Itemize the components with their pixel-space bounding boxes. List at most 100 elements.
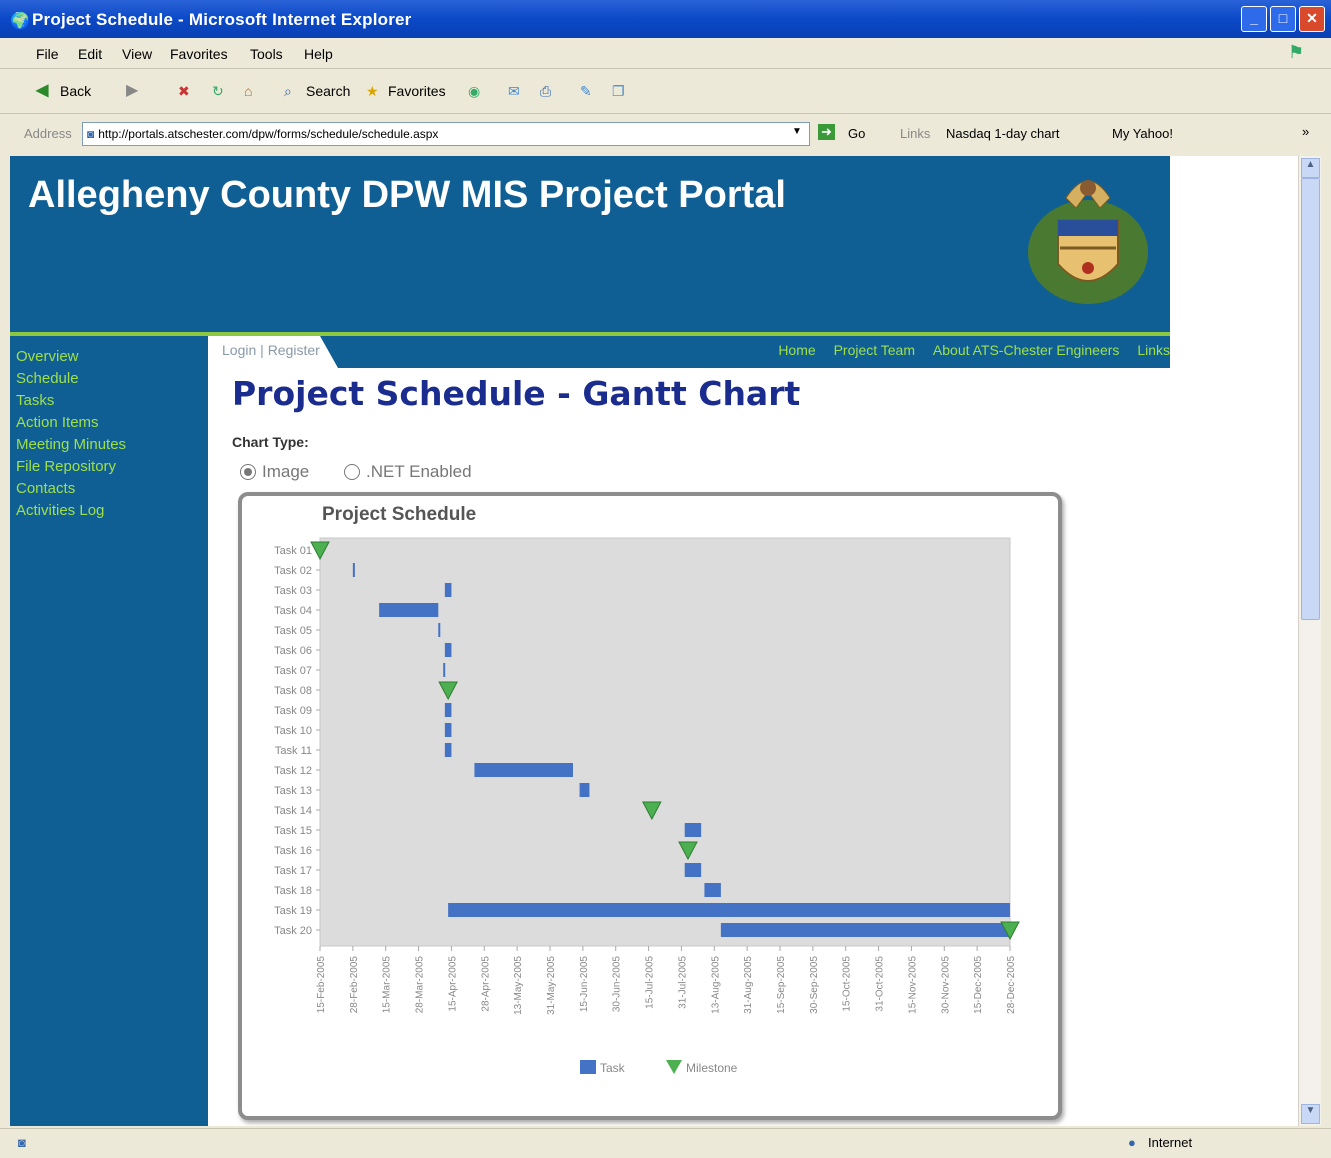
radio-image-dot[interactable]	[240, 464, 256, 480]
menu-favorites[interactable]: Favorites	[170, 46, 228, 62]
vertical-scrollbar[interactable]: ▲ ▼	[1298, 156, 1321, 1126]
y-tick-label: Task 13	[274, 785, 312, 797]
x-tick-label: 28-Dec-2005	[1006, 956, 1017, 1014]
home-icon[interactable]: ⌂	[244, 83, 252, 99]
x-tick-label: 28-Mar-2005	[415, 956, 426, 1014]
sidebar-item-overview[interactable]: Overview	[10, 346, 208, 368]
radio-net-dot[interactable]	[344, 464, 360, 480]
x-tick-label: 13-May-2005	[513, 956, 524, 1015]
chevron-right-icon[interactable]: »	[1302, 124, 1309, 139]
search-icon[interactable]: ⌕	[284, 83, 292, 100]
sidebar-item-meeting-minutes[interactable]: Meeting Minutes	[10, 434, 208, 456]
nav-about[interactable]: About ATS-Chester Engineers	[933, 342, 1120, 358]
sidebar-item-file-repository[interactable]: File Repository	[10, 456, 208, 478]
discuss-icon[interactable]: ❐	[612, 83, 625, 100]
address-bar: Address ◙ http://portals.atschester.com/d…	[0, 114, 1331, 154]
nav-project-team[interactable]: Project Team	[834, 342, 915, 358]
task-bar	[444, 643, 452, 657]
nav-home[interactable]: Home	[778, 342, 815, 358]
favorites-button[interactable]: Favorites	[388, 83, 446, 99]
favorites-star-icon[interactable]: ★	[366, 83, 379, 100]
address-dropdown-icon[interactable]: ▼	[792, 126, 802, 137]
scroll-up-icon[interactable]: ▲	[1301, 158, 1320, 178]
maximize-button[interactable]: □	[1270, 6, 1296, 32]
y-tick-label: Task 11	[275, 745, 312, 757]
x-tick-label: 15-Mar-2005	[382, 956, 393, 1014]
sidebar-item-action-items[interactable]: Action Items	[10, 412, 208, 434]
forward-arrow-icon[interactable]: ▶	[126, 80, 138, 100]
menu-view[interactable]: View	[122, 46, 152, 62]
zone-label: Internet	[1148, 1135, 1193, 1150]
x-tick-label: 15-Jul-2005	[645, 956, 656, 1009]
y-tick-label: Task 16	[274, 845, 312, 857]
minimize-button[interactable]: _	[1241, 6, 1267, 32]
portal-header: Allegheny County DPW MIS Project Portal	[10, 156, 1170, 332]
nav-links[interactable]: Links	[1137, 342, 1170, 358]
go-button[interactable]: Go	[848, 126, 865, 141]
task-bar	[684, 823, 702, 837]
media-icon[interactable]: ◉	[468, 83, 480, 100]
y-tick-label: Task 03	[274, 585, 312, 597]
globe-icon: ●	[1128, 1135, 1136, 1150]
radio-image-label: Image	[262, 462, 310, 481]
sidebar-item-schedule[interactable]: Schedule	[10, 368, 208, 390]
login-link[interactable]: Login	[222, 342, 256, 358]
x-tick-label: 31-Jul-2005	[677, 956, 688, 1009]
search-button[interactable]: Search	[306, 83, 350, 99]
address-input[interactable]: ◙ http://portals.atschester.com/dpw/forms…	[82, 122, 810, 146]
x-tick-label: 13-Aug-2005	[710, 956, 721, 1014]
legend-task-label: Task	[600, 1061, 626, 1075]
radio-image[interactable]: Image	[240, 462, 309, 482]
close-button[interactable]: ✕	[1299, 6, 1325, 32]
y-tick-label: Task 05	[274, 625, 312, 637]
x-tick-label: 31-May-2005	[546, 956, 557, 1015]
register-link[interactable]: Register	[268, 342, 320, 358]
refresh-icon[interactable]: ↻	[212, 83, 224, 100]
x-tick-label: 15-Sep-2005	[776, 956, 787, 1014]
sidebar-item-activities-log[interactable]: Activities Log	[10, 500, 208, 522]
menu-help[interactable]: Help	[304, 46, 333, 62]
link-nasdaq[interactable]: Nasdaq 1-day chart	[946, 126, 1059, 141]
scroll-thumb[interactable]	[1301, 178, 1320, 620]
top-nav: Home Project Team About ATS-Chester Engi…	[764, 342, 1170, 358]
auth-links: Login | Register	[222, 342, 320, 358]
radio-net-enabled[interactable]: .NET Enabled	[344, 462, 472, 482]
page-icon: ◙	[87, 127, 95, 141]
x-tick-label: 30-Sep-2005	[809, 956, 820, 1014]
x-tick-label: 15-Jun-2005	[579, 956, 590, 1013]
stop-icon[interactable]: ✖	[178, 83, 190, 100]
window-title: Project Schedule - Microsoft Internet Ex…	[32, 10, 412, 29]
sidebar: Overview Schedule Tasks Action Items Mee…	[10, 336, 208, 1126]
sidebar-item-contacts[interactable]: Contacts	[10, 478, 208, 500]
legend-task-swatch	[580, 1060, 596, 1074]
y-tick-label: Task 02	[274, 565, 312, 577]
menu-edit[interactable]: Edit	[78, 46, 102, 62]
back-button[interactable]: Back	[60, 83, 91, 99]
y-tick-label: Task 08	[274, 685, 312, 697]
go-arrow-icon[interactable]: ➜	[818, 124, 835, 140]
task-bar	[352, 563, 355, 577]
print-icon[interactable]: ⎙	[540, 83, 551, 100]
y-tick-label: Task 15	[274, 825, 312, 837]
menu-file[interactable]: File	[36, 46, 59, 62]
task-bar	[444, 583, 452, 597]
scroll-down-icon[interactable]: ▼	[1301, 1104, 1320, 1124]
x-tick-label: 15-Nov-2005	[907, 956, 918, 1014]
task-bar	[720, 923, 1010, 937]
title-bar[interactable]: 🌍 Project Schedule - Microsoft Internet …	[0, 0, 1331, 38]
mail-icon[interactable]: ✉	[508, 83, 520, 100]
menu-tools[interactable]: Tools	[250, 46, 283, 62]
menu-bar: File Edit View Favorites Tools Help ⚑	[0, 38, 1331, 69]
x-tick-label: 31-Aug-2005	[743, 956, 754, 1014]
status-bar: ◙ ● Internet	[0, 1128, 1331, 1158]
windows-flag-icon: ⚑	[1288, 42, 1305, 62]
link-my-yahoo[interactable]: My Yahoo!	[1112, 126, 1173, 141]
back-arrow-icon[interactable]: ◀	[36, 80, 48, 100]
plot-area	[319, 537, 1011, 947]
county-seal-icon	[1028, 180, 1148, 304]
sidebar-item-tasks[interactable]: Tasks	[10, 390, 208, 412]
edit-icon[interactable]: ✎	[580, 83, 592, 100]
page-status-icon: ◙	[18, 1135, 26, 1150]
task-bar	[448, 903, 1011, 917]
task-bar	[684, 863, 702, 877]
